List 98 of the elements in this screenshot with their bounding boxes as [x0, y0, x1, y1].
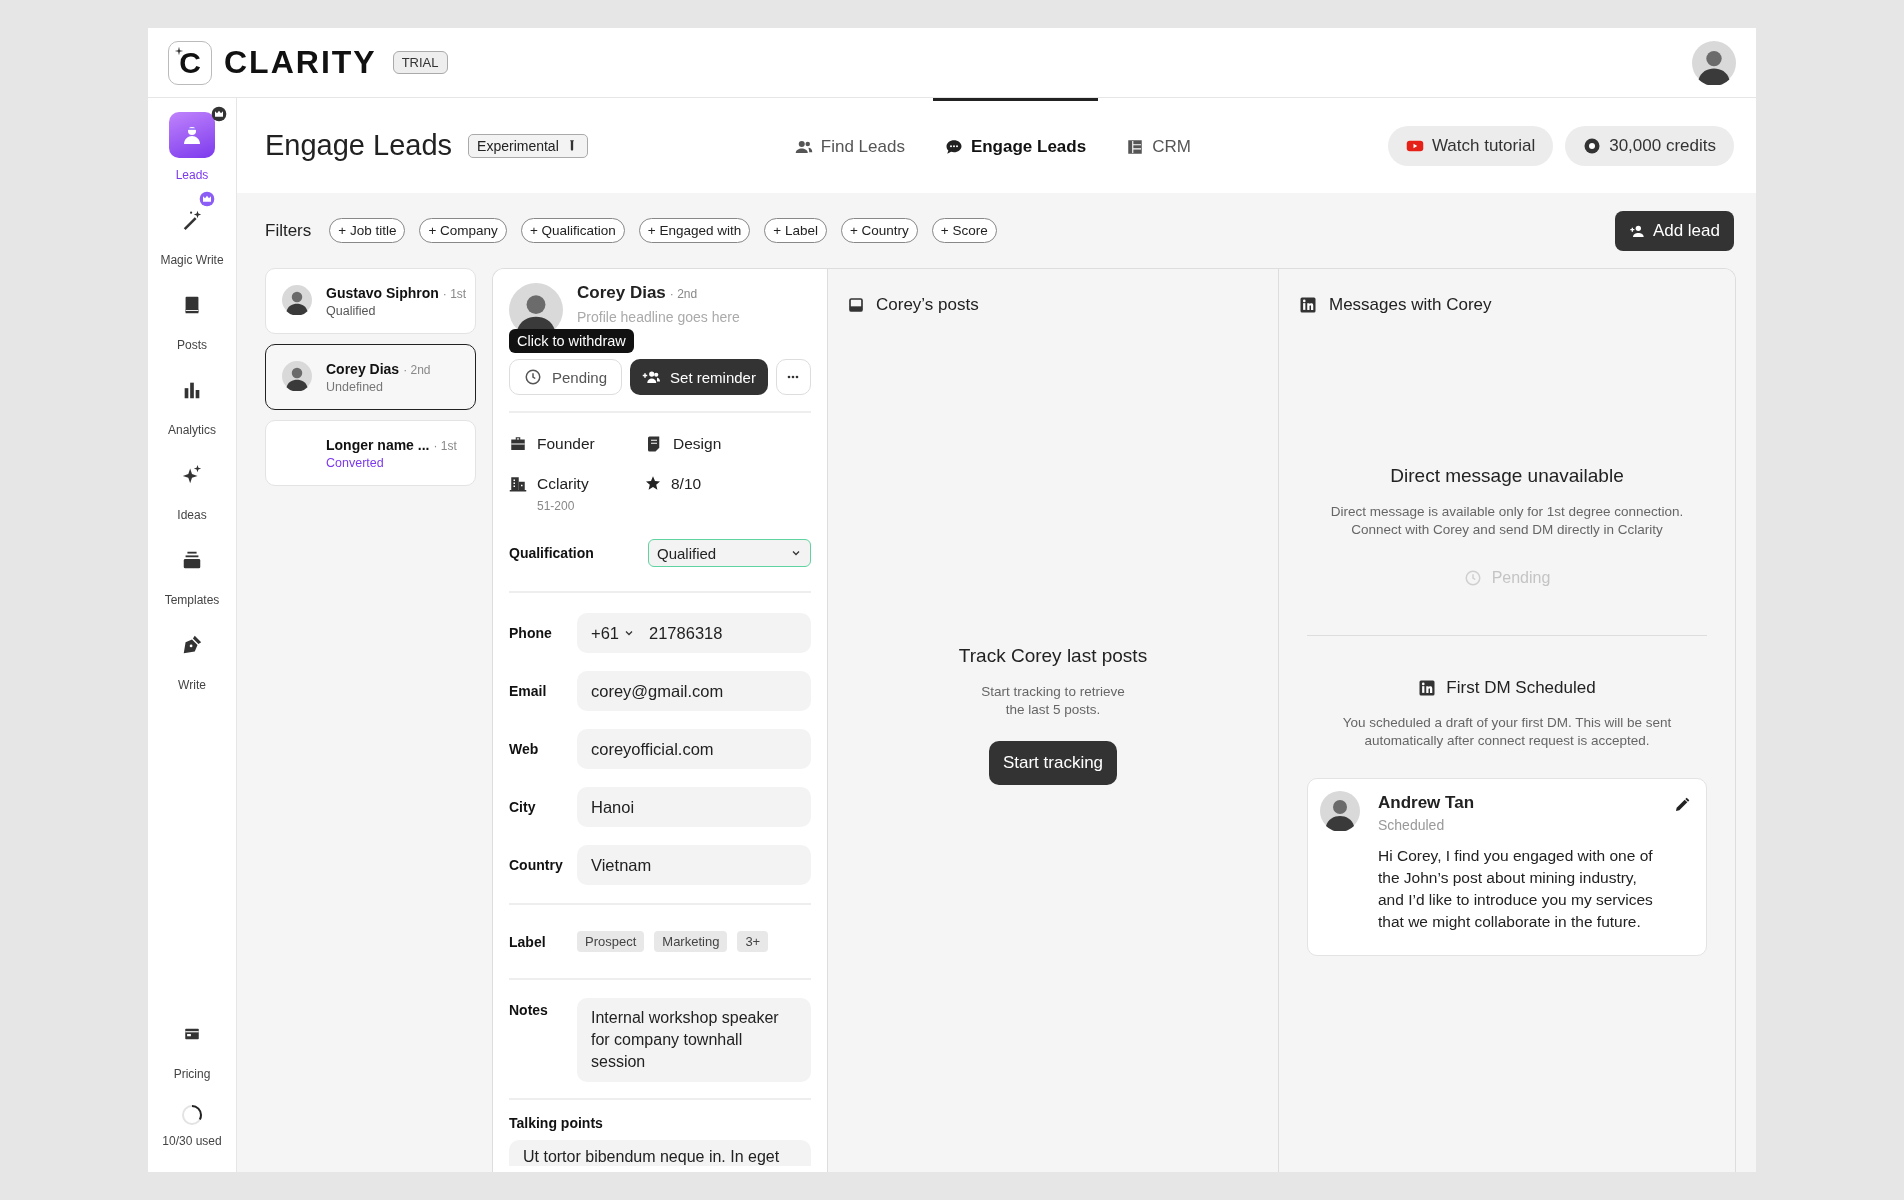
empty-title: Track Corey last posts	[958, 645, 1148, 667]
start-tracking-button[interactable]: Start tracking	[988, 741, 1118, 785]
scheduled-title: First DM Scheduled	[1446, 678, 1596, 698]
field-label: Notes	[509, 1002, 549, 1018]
experimental-tag: Experimental	[468, 133, 588, 158]
lead-name: Corey Dias	[577, 283, 666, 302]
users-icon	[794, 138, 813, 156]
lead-card[interactable]: Longer name ... · 1st Converted	[265, 420, 476, 486]
profile-headline: Profile headline goes here	[577, 309, 740, 325]
attribute-text: Cclarity	[537, 475, 589, 493]
field-label: City	[509, 799, 537, 815]
sidebar-item[interactable]: Magic Write	[148, 189, 237, 274]
pending-button[interactable]: Pending	[509, 359, 623, 395]
notes-field[interactable]: Internal workshop speaker for company townhall session	[577, 998, 811, 1082]
set-reminder-button[interactable]: Set reminder	[630, 359, 768, 395]
sidebar-item[interactable]: Pricing	[148, 1003, 237, 1088]
clock-icon	[524, 368, 542, 386]
label-tag[interactable]: Marketing	[654, 931, 728, 952]
field-label: Web	[509, 741, 540, 757]
briefcase-icon	[509, 435, 527, 453]
qualification-select[interactable]: Qualified	[648, 539, 811, 567]
talking-points-field[interactable]: Ut tortor bibendum neque in. In eget	[509, 1140, 811, 1166]
social-square-icon	[1299, 296, 1317, 314]
sidebar-item[interactable]: Analytics	[148, 359, 237, 444]
company-size: 51-200	[537, 499, 576, 513]
pencil-icon	[1674, 797, 1690, 813]
tutorial-button[interactable]: Watch tutorial	[1387, 125, 1554, 166]
attribute-text: 8/10	[671, 475, 702, 493]
filter-chip[interactable]: + Company	[419, 218, 507, 243]
sidebar-item[interactable]: Leads	[148, 104, 237, 189]
input-field[interactable]: Vietnam	[577, 845, 811, 885]
tooltip: Click to withdraw	[509, 329, 634, 353]
add-lead-button[interactable]: Add lead	[1614, 210, 1734, 251]
building-icon	[509, 475, 527, 493]
label-tag[interactable]: Prospect	[577, 931, 645, 952]
empty-text: Start tracking to retrieve the last 5 posts.	[981, 683, 1125, 719]
crown-icon	[211, 106, 227, 122]
unavailable-text: Direct message is available only for 1st degree connection. Connect with Corey and send DM directly in Cclarity	[1330, 503, 1684, 539]
nav-tab[interactable]: Find Leads	[782, 98, 917, 193]
monitor-icon	[848, 297, 864, 313]
avatar	[1692, 40, 1736, 85]
field-label: Phone	[509, 625, 553, 641]
message-text: Hi Corey, I find you engaged with one of the John’s post about mining industry, and I’d like to introduce you my services that we might collaborate in the future.	[1378, 846, 1654, 932]
degree-label: · 2nd	[669, 287, 698, 301]
filter-chip[interactable]: + Score	[931, 218, 997, 243]
message-status: Scheduled	[1378, 817, 1446, 833]
page-title: Engage Leads	[265, 129, 453, 162]
lead-card[interactable]: Corey Dias · 2nd Undefined	[265, 344, 476, 410]
field-label: Talking points	[509, 1115, 603, 1131]
field-label: Country	[509, 857, 564, 873]
avatar	[1320, 791, 1360, 831]
usage-label: 10/30 used	[162, 1134, 222, 1148]
filter-chip[interactable]: + Country	[840, 218, 918, 243]
avatar	[282, 284, 312, 315]
nav-tab[interactable]: CRM	[1114, 98, 1203, 193]
star-icon	[645, 475, 661, 491]
lead-card[interactable]: Gustavo Siphron · 1st Qualified	[265, 268, 476, 334]
coin-icon	[1583, 136, 1602, 155]
filter-chip[interactable]: + Job title	[329, 218, 406, 243]
field-label: Qualification	[509, 545, 594, 561]
sidebar-item[interactable]: Posts	[148, 274, 237, 359]
sidebar-item[interactable]: Ideas	[148, 444, 237, 529]
table-icon	[1126, 138, 1145, 156]
avatar	[282, 360, 312, 391]
credits-button[interactable]: 30,000 credits	[1565, 125, 1734, 166]
filter-chip[interactable]: + Label	[764, 218, 827, 243]
input-field[interactable]: coreyofficial.com	[577, 729, 811, 769]
people-plus-icon	[642, 368, 661, 386]
logo: CLARITY	[224, 44, 377, 81]
stack-icon	[181, 549, 203, 571]
sender-name: Andrew Tan	[1378, 793, 1476, 813]
filters-label: Filters	[265, 220, 312, 241]
attribute-text: Design	[673, 435, 722, 453]
logo-mark: C	[168, 40, 212, 85]
filter-chip[interactable]: + Qualification	[520, 218, 625, 243]
input-field[interactable]: Hanoi	[577, 787, 811, 827]
field-label: Email	[509, 683, 548, 699]
unavailable-title: Direct message unavailable	[1390, 465, 1624, 487]
filter-chip[interactable]: + Engaged with	[638, 218, 751, 243]
chat-icon	[944, 138, 963, 156]
plan-badge: TRIAL	[392, 51, 448, 74]
magic-wand-icon	[181, 209, 203, 231]
panel-title: Messages with Corey	[1329, 295, 1492, 315]
panel-title: Corey’s posts	[876, 295, 979, 315]
usage-ring	[181, 1104, 203, 1126]
social-square-icon	[1418, 679, 1437, 697]
input-field[interactable]: +61 21786318	[577, 613, 811, 653]
nav-tab[interactable]: Engage Leads	[932, 98, 1099, 193]
input-field[interactable]: corey@gmail.com	[577, 671, 811, 711]
pen-nib-icon	[181, 634, 203, 656]
attribute-text: Founder	[537, 435, 595, 453]
sidebar-item[interactable]: Write	[148, 614, 237, 699]
crown-icon	[199, 191, 215, 207]
label-tag[interactable]: 3+	[737, 931, 769, 952]
field-label: Label	[509, 933, 547, 950]
clock-icon	[1463, 569, 1482, 587]
sidebar-item[interactable]: Templates	[148, 529, 237, 614]
scheduled-text: You scheduled a draft of your first DM. This will be sent automatically after connect request is accepted.	[1342, 714, 1672, 750]
